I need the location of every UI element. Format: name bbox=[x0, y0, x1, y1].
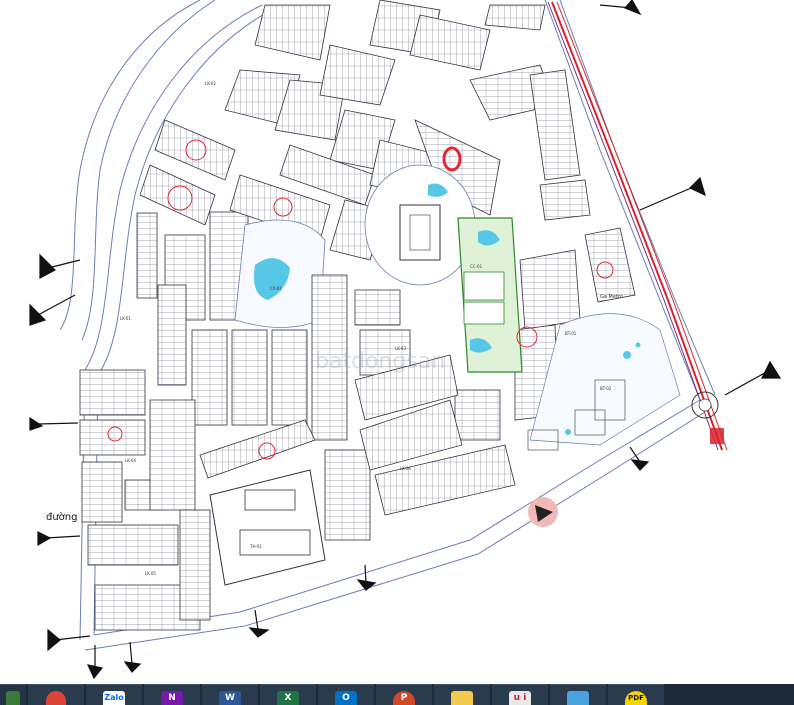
taskbar-photos[interactable] bbox=[550, 684, 606, 705]
block-label: CC-01 bbox=[470, 264, 483, 269]
taskbar-app-ui[interactable]: u i bbox=[492, 684, 548, 705]
taskbar-onenote[interactable]: N bbox=[144, 684, 200, 705]
onenote-icon: N bbox=[161, 691, 183, 705]
taskbar-chrome[interactable] bbox=[28, 684, 84, 705]
block-label: LK-05 bbox=[145, 571, 156, 576]
chrome-icon bbox=[46, 691, 66, 705]
word-icon: W bbox=[219, 691, 241, 705]
central-grid-blocks bbox=[79, 274, 501, 631]
lake-park bbox=[234, 219, 326, 328]
taskbar-powerpoint[interactable]: P bbox=[376, 684, 432, 705]
block-label: BT-02 bbox=[600, 386, 612, 391]
block-label: LK-02 bbox=[205, 81, 216, 86]
taskbar-word[interactable]: W bbox=[202, 684, 258, 705]
powerpoint-icon: P bbox=[393, 691, 415, 705]
taskbar-excel[interactable]: X bbox=[260, 684, 316, 705]
zalo-icon: Zalo bbox=[103, 691, 125, 705]
excel-icon: X bbox=[277, 691, 299, 705]
block-label: LK-01 bbox=[120, 316, 131, 321]
windows-taskbar: Zalo N W X O P u i PDF bbox=[0, 684, 794, 705]
pink-location-marker bbox=[528, 497, 558, 527]
block-label: CX-01 bbox=[270, 286, 282, 291]
taskbar-pdf[interactable]: PDF bbox=[608, 684, 664, 705]
photos-icon bbox=[567, 691, 589, 705]
outlook-icon: O bbox=[335, 691, 357, 705]
block-label: TH-01 bbox=[249, 544, 262, 549]
taskbar-zalo[interactable]: Zalo bbox=[86, 684, 142, 705]
taskbar-file-explorer[interactable] bbox=[434, 684, 490, 705]
site-plan-drawing: đường batdongsan Ga Metro LK-01 LK-02 LK… bbox=[29, 0, 782, 680]
block-label: LK-06 bbox=[400, 466, 411, 471]
west-curved-blocks bbox=[136, 119, 249, 321]
block-label: BT-01 bbox=[565, 331, 577, 336]
app-icon: u i bbox=[509, 691, 531, 705]
road-label: đường bbox=[46, 511, 78, 523]
roundabout bbox=[691, 391, 724, 444]
taskbar-outlook[interactable]: O bbox=[318, 684, 374, 705]
roundabout-label: Ga Metro bbox=[600, 294, 623, 300]
green-park bbox=[457, 217, 523, 373]
pdf-icon: PDF bbox=[625, 691, 647, 705]
windows-edge-icon bbox=[6, 691, 20, 705]
taskbar-start-edge[interactable] bbox=[0, 684, 26, 705]
school-block bbox=[209, 469, 326, 586]
folder-icon bbox=[451, 691, 473, 705]
block-label: LK-04 bbox=[125, 458, 136, 463]
block-label: LK-03 bbox=[395, 346, 406, 351]
watermark: batdongsan bbox=[315, 349, 445, 374]
